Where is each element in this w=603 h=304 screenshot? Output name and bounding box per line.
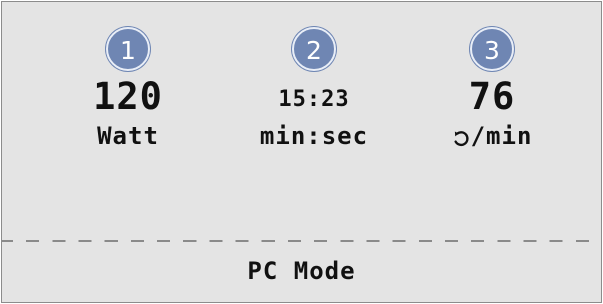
cadence-value: 76 (468, 74, 516, 118)
time-value: 15:23 (278, 86, 350, 112)
metric-cadence: 3 76 /min (402, 27, 582, 150)
cadence-unit-row: /min (402, 122, 582, 150)
rotation-icon (454, 131, 469, 147)
divider-line (2, 240, 601, 242)
power-value: 120 (93, 74, 163, 118)
display-screen: 1 120 Watt 2 15:23 min:sec 3 76 /min PC … (1, 1, 602, 303)
metric-power: 1 120 Watt (38, 27, 218, 150)
badge-2: 2 (292, 27, 336, 71)
metric-time: 2 15:23 min:sec (224, 27, 404, 150)
power-unit: Watt (97, 122, 159, 150)
time-unit: min:sec (259, 122, 369, 150)
badge-1: 1 (106, 27, 150, 71)
cadence-unit: /min (470, 122, 533, 150)
mode-label: PC Mode (247, 257, 356, 285)
badge-3: 3 (470, 27, 514, 71)
